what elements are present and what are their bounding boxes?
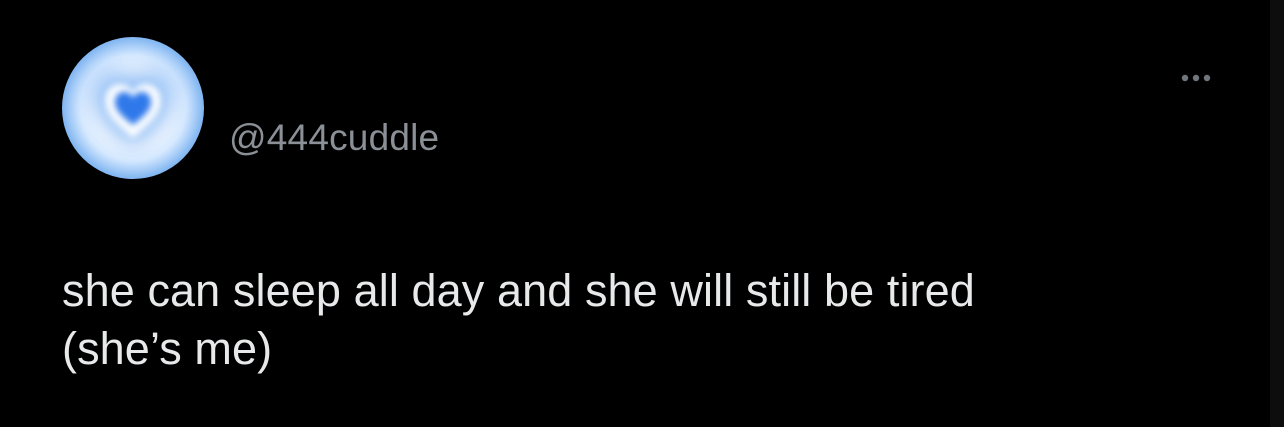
more-icon [1181, 74, 1211, 82]
post-text-line: (she’s me) [62, 323, 273, 374]
post-body: she can sleep all day and she will still… [62, 262, 1212, 378]
post-card: @444cuddle she can sleep all day and she… [0, 0, 1284, 427]
more-options-button[interactable] [1170, 62, 1222, 92]
post-text-line: she can sleep all day and she will still… [62, 265, 975, 316]
right-edge-divider [1270, 0, 1284, 427]
heart-icon [62, 37, 204, 179]
user-handle[interactable]: @444cuddle [229, 114, 439, 162]
avatar[interactable] [62, 37, 204, 179]
